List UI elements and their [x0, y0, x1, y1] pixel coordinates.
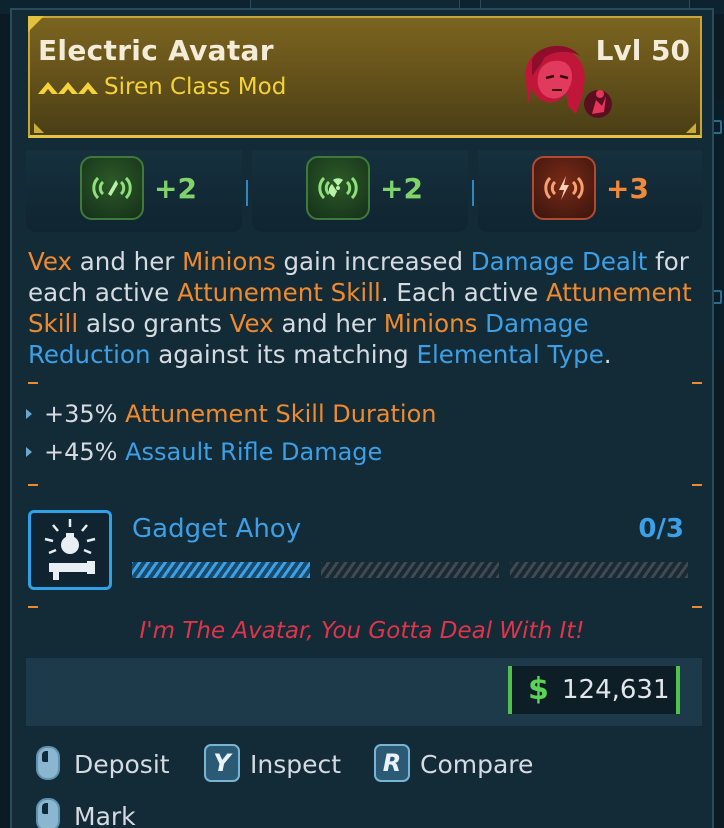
description-keyword: Minions: [383, 309, 478, 338]
item-header: Electric Avatar Lvl 50 Siren Class Mod: [28, 16, 702, 138]
compare-button[interactable]: R Compare: [374, 744, 544, 784]
key-y-icon: Y: [204, 744, 240, 782]
description-keyword: Damage Dealt: [470, 247, 648, 276]
divider: [28, 382, 38, 384]
description-text: gain increased: [275, 247, 471, 276]
bullet-arrow-icon: [26, 409, 32, 419]
description-keyword: Minions: [182, 247, 276, 276]
skill-bonus-2[interactable]: +2: [252, 150, 468, 232]
description-text: also grants: [78, 309, 230, 338]
ability-progress-segment: [510, 562, 688, 578]
divider: [246, 180, 248, 206]
ability-name: Gadget Ahoy: [132, 514, 302, 544]
flavor-text: I'm The Avatar, You Gotta Deal With It!: [139, 618, 585, 644]
currency-icon: $: [528, 672, 549, 707]
description-keyword: Vex: [229, 309, 274, 338]
description-text: .: [603, 340, 612, 369]
action-label: Compare: [420, 750, 534, 779]
mouse-button-icon: [36, 798, 60, 828]
item-type: Siren Class Mod: [104, 74, 287, 100]
item-card: Electric Avatar Lvl 50 Siren Class Mod +…: [10, 8, 714, 828]
action-label: Mark: [74, 802, 136, 828]
stat-value: +45%: [44, 438, 118, 466]
price-band: $ 124,631: [26, 658, 702, 726]
stat-row: +45% Assault Rifle Damage: [26, 438, 382, 466]
header-corner-decoration: [686, 123, 696, 133]
radiation-wave-green-icon: [80, 156, 144, 220]
description-text: . Each active: [380, 278, 546, 307]
divider: [692, 382, 702, 384]
divider: [28, 484, 38, 486]
ability-count: 0/3: [638, 514, 684, 544]
lightning-bolt-orange-icon: [532, 156, 596, 220]
description-text: and her: [273, 309, 384, 338]
mouse-button-icon: [36, 746, 60, 780]
legendary-chevrons-icon: [38, 80, 98, 96]
item-name: Electric Avatar: [38, 34, 274, 67]
action-label: Inspect: [250, 750, 342, 779]
divider: [472, 180, 474, 206]
description-text: [477, 309, 485, 338]
skill-bonus-value: +2: [154, 172, 197, 205]
skill-bonus-3[interactable]: +3: [478, 150, 702, 232]
stat-label: Assault Rifle Damage: [125, 438, 383, 466]
vex-portrait-icon: [508, 42, 620, 126]
action-bar: Deposit Y Inspect R Compare Mark: [28, 744, 704, 828]
deposit-button[interactable]: Deposit: [28, 744, 188, 784]
description-text: and her: [72, 247, 183, 276]
description-text: against its matching: [150, 340, 417, 369]
skill-bonus-value: +2: [380, 172, 423, 205]
bullet-arrow-icon: [26, 447, 32, 457]
stat-row: +35% Attunement Skill Duration: [26, 400, 437, 428]
divider: [28, 606, 38, 608]
price-value: 124,631: [562, 675, 670, 705]
skill-bonus-1[interactable]: +2: [26, 150, 242, 232]
skill-bonus-value: +3: [606, 172, 649, 205]
header-corner-decoration: [28, 16, 44, 32]
header-corner-decoration: [34, 123, 44, 133]
key-r-icon: R: [374, 744, 410, 782]
inspect-button[interactable]: Y Inspect: [204, 744, 364, 784]
description-keyword: Vex: [28, 247, 72, 276]
stat-label: Attunement Skill Duration: [125, 400, 437, 428]
item-description: Vex and her Minions gain increased Damag…: [28, 246, 700, 370]
skill-bonus-row: +2 +2 +3: [26, 150, 702, 232]
stat-value: +35%: [44, 400, 118, 428]
description-keyword: Elemental Type: [416, 340, 604, 369]
price-box: $ 124,631: [508, 666, 680, 714]
divider: [692, 606, 702, 608]
ability-progress-segment: [132, 562, 310, 578]
divider: [692, 484, 702, 486]
gadget-grenade-launcher-icon[interactable]: [28, 510, 112, 590]
action-label: Deposit: [74, 750, 170, 779]
ability-progress-segment: [321, 562, 499, 578]
description-keyword: Attunement Skill: [177, 278, 381, 307]
radiation-trefoil-green-icon: [306, 156, 370, 220]
mark-button[interactable]: Mark: [28, 796, 168, 828]
